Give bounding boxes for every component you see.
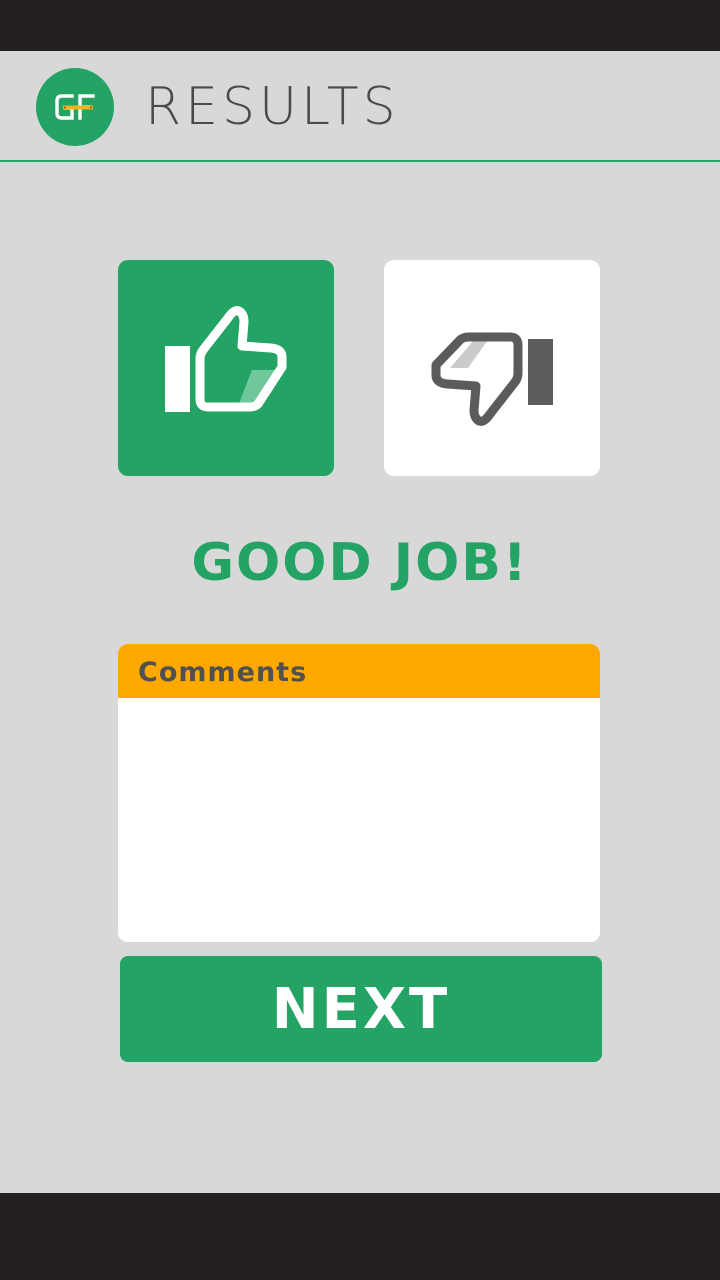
page-title: RESULTS [145, 77, 400, 137]
thumbs-up-button[interactable] [118, 260, 334, 476]
comments-label: Comments [138, 657, 308, 688]
status-bar [0, 0, 720, 51]
comments-header: Comments [118, 644, 600, 698]
thumbs-down-button[interactable] [384, 260, 600, 476]
thumbs-down-icon [431, 332, 553, 426]
app-header: RESULTS [0, 51, 720, 162]
gf-logo-icon [55, 94, 95, 120]
result-message: GOOD JOB! [191, 533, 529, 593]
comments-input[interactable] [118, 698, 600, 942]
navigation-bar [0, 1193, 720, 1280]
next-button[interactable]: NEXT [120, 956, 602, 1062]
comments-panel: Comments [118, 644, 600, 942]
app-logo [36, 68, 114, 146]
thumbs-up-icon [165, 306, 287, 412]
